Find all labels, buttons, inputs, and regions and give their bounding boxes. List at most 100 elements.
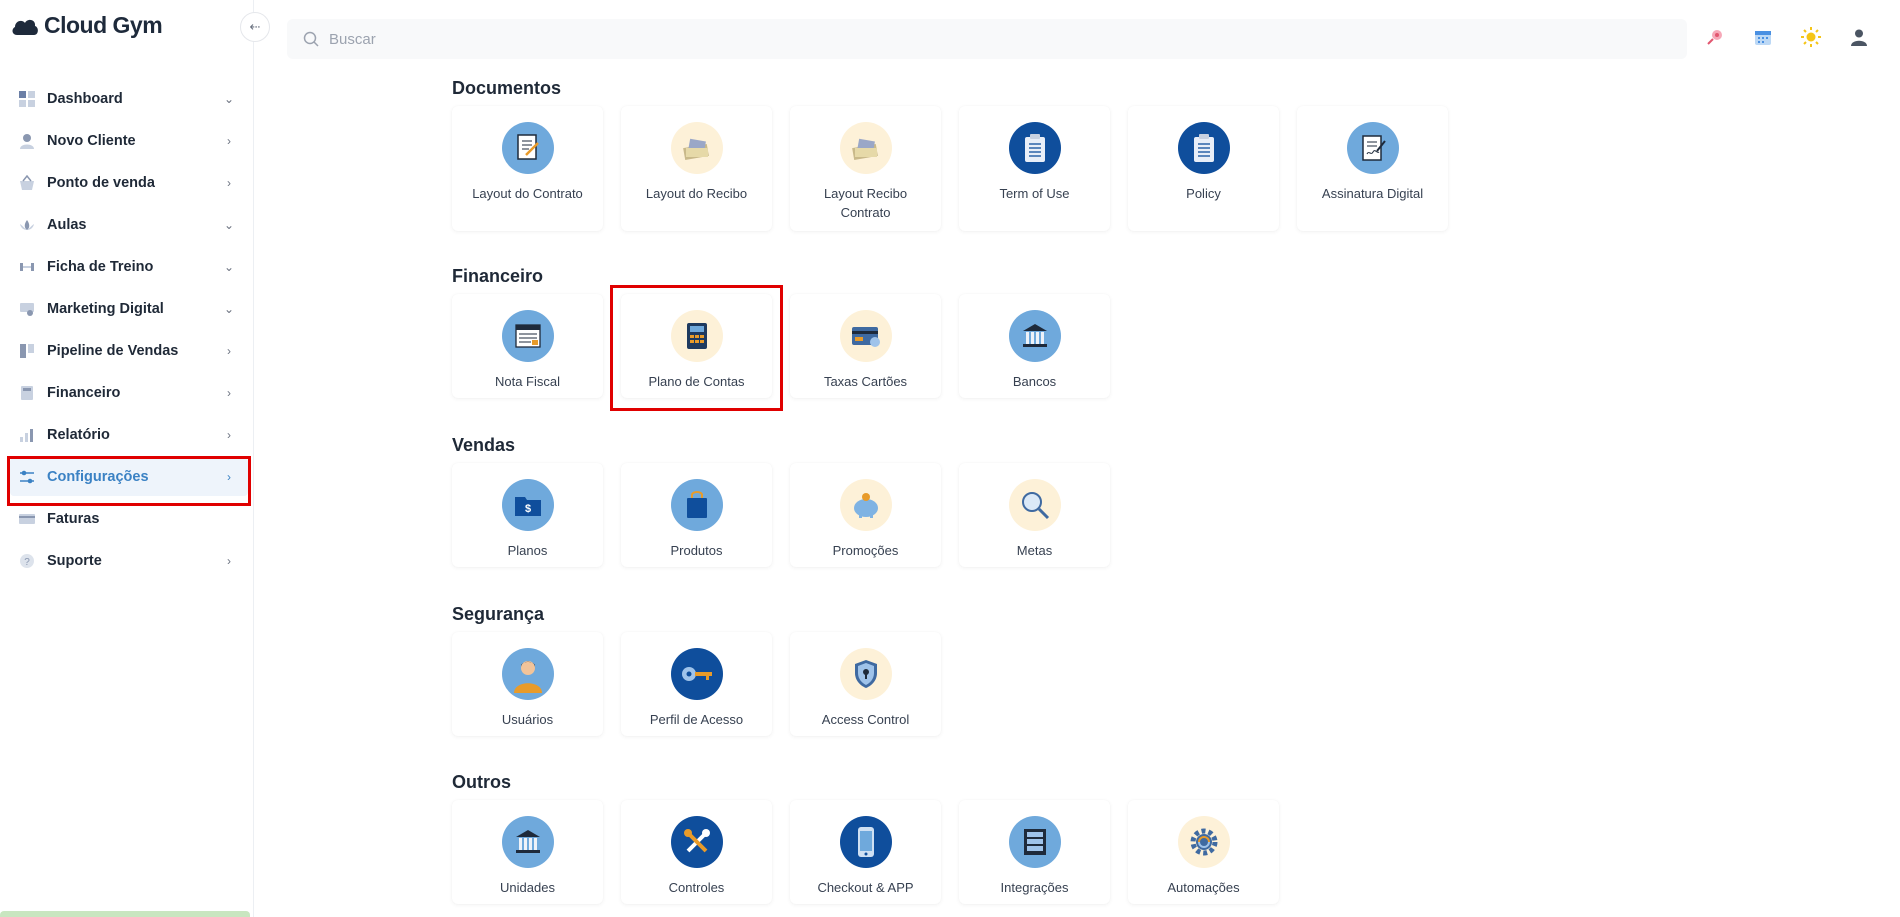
card-label: Usuários xyxy=(501,712,554,727)
lotus-icon xyxy=(18,216,36,234)
card-label: Taxas Cartões xyxy=(823,374,908,389)
chevron-right-icon: › xyxy=(227,386,231,400)
credit-card-icon xyxy=(18,510,36,528)
user-profile-icon[interactable] xyxy=(1848,26,1870,48)
sidebar-item-label: Pipeline de Vendas xyxy=(47,343,179,359)
sidebar-item-aulas[interactable]: Aulas ⌄ xyxy=(10,206,248,244)
calculator-icon xyxy=(670,310,723,362)
chevron-right-icon: › xyxy=(227,176,231,190)
sidebar-item-ficha-de-treino[interactable]: Ficha de Treino ⌄ xyxy=(10,248,248,286)
sidebar-item-faturas[interactable]: Faturas xyxy=(10,500,248,538)
card-usuarios[interactable]: Usuários xyxy=(452,632,603,736)
sun-icon[interactable] xyxy=(1800,26,1822,48)
card-metas[interactable]: Metas xyxy=(959,463,1110,567)
section-title: Segurança xyxy=(452,604,545,624)
card-access-control[interactable]: Access Control xyxy=(790,632,941,736)
card-label: Term of Use xyxy=(999,186,1070,201)
card-label: Unidades xyxy=(500,880,555,895)
bar-chart-icon xyxy=(18,426,36,444)
card-term-of-use[interactable]: Term of Use xyxy=(959,106,1110,231)
receipt-money-icon xyxy=(839,122,892,174)
card-label: Automações xyxy=(1167,880,1240,895)
sidebar-item-suporte[interactable]: ? Suporte › xyxy=(10,542,248,580)
sidebar-item-label: Marketing Digital xyxy=(47,301,164,317)
chevron-right-icon: › xyxy=(227,134,231,148)
calculator-icon xyxy=(18,384,36,402)
sidebar-item-label: Novo Cliente xyxy=(47,133,136,149)
logo-text: Cloud Gym xyxy=(44,12,163,38)
sidebar-item-configuracoes[interactable]: Configurações › xyxy=(10,458,248,496)
sidebar-item-novo-cliente[interactable]: Novo Cliente › xyxy=(10,122,248,160)
sidebar-item-relatorio[interactable]: Relatório › xyxy=(10,416,248,454)
sliders-icon xyxy=(18,468,36,486)
card-label: Nota Fiscal xyxy=(494,374,561,389)
chevron-down-icon: ⌄ xyxy=(223,92,235,106)
card-label: Policy xyxy=(1186,186,1221,201)
section-title: Financeiro xyxy=(452,266,544,286)
section-outros: Outros Unidades Controles Checkout & APP xyxy=(452,772,1279,904)
card-bancos[interactable]: Bancos xyxy=(959,294,1110,398)
sidebar-item-label: Financeiro xyxy=(47,385,121,401)
card-label: Plano de Contas xyxy=(648,374,745,389)
card-label: Integrações xyxy=(1000,880,1069,895)
smartphone-icon xyxy=(839,816,892,868)
credit-card-icon xyxy=(839,310,892,362)
card-perfil-de-acesso[interactable]: Perfil de Acesso xyxy=(621,632,772,736)
sidebar-item-label: Faturas xyxy=(47,511,100,527)
cloud-logo-icon xyxy=(12,19,38,35)
card-automacoes[interactable]: Automações xyxy=(1128,800,1279,904)
card-unidades[interactable]: Unidades xyxy=(452,800,603,904)
search-bar[interactable] xyxy=(287,19,1687,59)
section-vendas: Vendas $ Planos Produtos Promoções Metas xyxy=(452,435,1110,567)
search-input[interactable] xyxy=(329,30,929,48)
search-icon xyxy=(303,31,319,47)
clipboard-icon xyxy=(1008,122,1061,174)
piggy-bank-icon xyxy=(839,479,892,531)
sidebar-item-ponto-de-venda[interactable]: Ponto de venda › xyxy=(10,164,248,202)
card-controles[interactable]: Controles xyxy=(621,800,772,904)
card-label: Layout Recibo Contrato xyxy=(823,186,908,220)
server-icon xyxy=(1008,816,1061,868)
card-label: Controles xyxy=(668,880,725,895)
sidebar-item-label: Suporte xyxy=(47,553,102,569)
key-icon xyxy=(670,648,723,700)
dumbbell-icon xyxy=(18,258,36,276)
card-integracoes[interactable]: Integrações xyxy=(959,800,1110,904)
card-layout-do-recibo[interactable]: Layout do Recibo xyxy=(621,106,772,231)
card-layout-recibo-contrato[interactable]: Layout Recibo Contrato xyxy=(790,106,941,231)
sidebar-item-financeiro[interactable]: Financeiro › xyxy=(10,374,248,412)
bank-icon xyxy=(1008,310,1061,362)
chevron-right-icon: › xyxy=(227,470,231,484)
sidebar-item-pipeline-de-vendas[interactable]: Pipeline de Vendas › xyxy=(10,332,248,370)
calendar-icon[interactable] xyxy=(1752,26,1774,48)
logo[interactable]: Cloud Gym xyxy=(10,12,163,39)
pin-icon[interactable] xyxy=(1704,26,1726,48)
collapse-sidebar-button[interactable]: ⇠ xyxy=(240,12,270,42)
magnifier-icon xyxy=(1008,479,1061,531)
pipeline-icon xyxy=(18,342,36,360)
card-policy[interactable]: Policy xyxy=(1128,106,1279,231)
sidebar-item-marketing-digital[interactable]: Marketing Digital ⌄ xyxy=(10,290,248,328)
arrow-left-icon: ⇠ xyxy=(249,19,261,34)
sidebar-item-dashboard[interactable]: Dashboard ⌄ xyxy=(10,80,248,118)
card-label: Produtos xyxy=(670,543,723,558)
card-assinatura-digital[interactable]: Assinatura Digital xyxy=(1297,106,1448,231)
gear-cycle-icon xyxy=(1177,816,1230,868)
section-title: Vendas xyxy=(452,435,516,455)
card-checkout-app[interactable]: Checkout & APP xyxy=(790,800,941,904)
card-nota-fiscal[interactable]: Nota Fiscal xyxy=(452,294,603,398)
user-icon xyxy=(18,132,36,150)
card-layout-do-contrato[interactable]: Layout do Contrato xyxy=(452,106,603,231)
card-promocoes[interactable]: Promoções xyxy=(790,463,941,567)
section-documentos: Documentos Layout do Contrato Layout do … xyxy=(452,78,1448,231)
card-planos[interactable]: $ Planos xyxy=(452,463,603,567)
card-produtos[interactable]: Produtos xyxy=(621,463,772,567)
chevron-right-icon: › xyxy=(227,344,231,358)
card-taxas-cartoes[interactable]: Taxas Cartões xyxy=(790,294,941,398)
chevron-down-icon: ⌄ xyxy=(223,302,235,316)
card-plano-de-contas[interactable]: Plano de Contas xyxy=(621,294,772,398)
card-label: Checkout & APP xyxy=(817,880,914,895)
shield-lock-icon xyxy=(839,648,892,700)
card-label: Planos xyxy=(507,543,548,558)
sidebar: Cloud Gym Dashboard ⌄ Novo Cliente › Pon… xyxy=(0,0,254,917)
